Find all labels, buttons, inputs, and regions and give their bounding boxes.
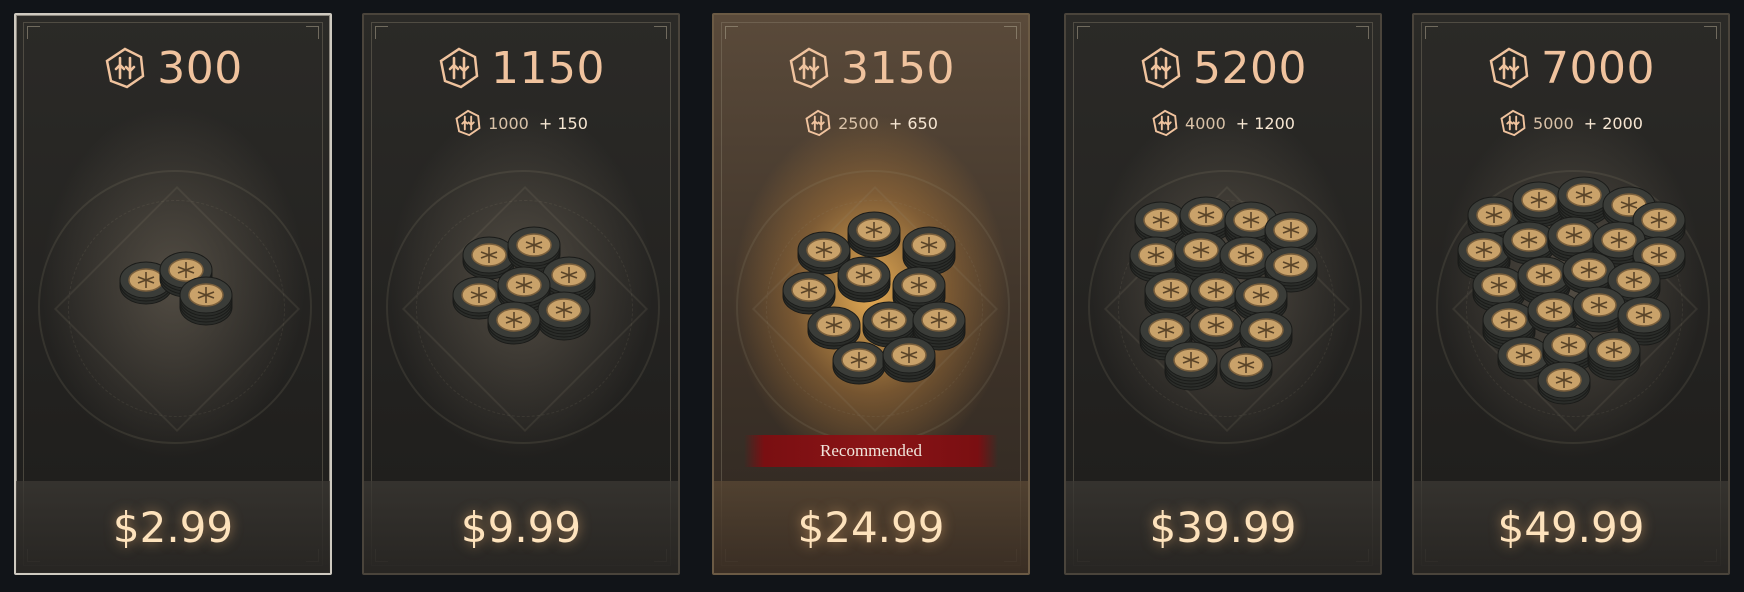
platinum-coin-icon: [789, 47, 829, 89]
base-amount: 2500: [838, 113, 879, 133]
platinum-coin-icon: [1489, 47, 1529, 89]
coin-stack: [832, 341, 886, 385]
badge-label: Recommended: [820, 441, 922, 460]
coin-pile-image: [782, 211, 966, 385]
coin-pile-image: [1129, 196, 1318, 391]
coin-stack: [1587, 331, 1641, 381]
pack-card-1150[interactable]: 1150 1000 + 150 $9.99: [362, 13, 680, 575]
coin-stack: [1219, 346, 1273, 390]
pack-card-3150[interactable]: 3150 2500 + 650 Recommended $24.99: [712, 13, 1030, 575]
recommended-badge: Recommended: [744, 435, 998, 467]
price-bar: $2.99: [16, 481, 330, 573]
bonus-amount: + 650: [888, 113, 938, 133]
bonus-row: 4000 + 1200: [1066, 107, 1380, 139]
amount-row: 300: [16, 41, 330, 95]
pack-price: $2.99: [112, 502, 234, 552]
pack-amount: 5200: [1193, 42, 1307, 94]
coin-stack: [179, 276, 233, 326]
amount-row: 1150: [364, 41, 678, 95]
base-amount: 1000: [488, 113, 529, 133]
coin-stack: [487, 301, 541, 345]
amount-row: 3150: [714, 41, 1028, 95]
coin-stack: [837, 256, 891, 303]
bonus-row: 2500 + 650: [714, 107, 1028, 139]
coin-stack: [1537, 361, 1591, 405]
pack-price: $24.99: [797, 502, 945, 552]
coin-stack: [537, 291, 591, 341]
pack-price: $9.99: [460, 502, 582, 552]
bonus-row: 1000 + 150: [364, 107, 678, 139]
pack-amount: 7000: [1541, 42, 1655, 94]
coin-pile-image: [452, 226, 596, 345]
bonus-amount: + 2000: [1583, 113, 1643, 133]
pack-price: $39.99: [1149, 502, 1297, 552]
currency-store: 300 $2.99 1150 1000 + 150 $9.99 3150 250…: [0, 0, 1744, 592]
price-bar: $24.99: [714, 481, 1028, 573]
bonus-row: 5000 + 2000: [1414, 107, 1728, 139]
platinum-coin-icon: [805, 109, 831, 137]
coin-pile-image: [119, 251, 233, 326]
coin-stack: [882, 336, 936, 383]
amount-row: 5200: [1066, 41, 1380, 95]
platinum-coin-icon: [1152, 109, 1178, 137]
pack-amount: 300: [157, 42, 243, 94]
base-amount: 4000: [1185, 113, 1226, 133]
coin-pile-image: [1457, 176, 1686, 405]
bonus-amount: + 1200: [1235, 113, 1295, 133]
bonus-amount: + 150: [538, 113, 588, 133]
pack-card-7000[interactable]: 7000 5000 + 2000 $49.99: [1412, 13, 1730, 575]
pack-card-300[interactable]: 300 $2.99: [14, 13, 332, 575]
coin-stack: [1512, 181, 1566, 228]
price-bar: $49.99: [1414, 481, 1728, 573]
price-bar: $9.99: [364, 481, 678, 573]
pack-amount: 1150: [491, 42, 605, 94]
pack-card-5200[interactable]: 5200 4000 + 1200 $39.99: [1064, 13, 1382, 575]
pack-price: $49.99: [1497, 502, 1645, 552]
platinum-coin-icon: [1141, 47, 1181, 89]
platinum-coin-icon: [105, 47, 145, 89]
amount-row: 7000: [1414, 41, 1728, 95]
coin-stack: [847, 211, 901, 258]
price-bar: $39.99: [1066, 481, 1380, 573]
platinum-coin-icon: [455, 109, 481, 137]
pack-amount: 3150: [841, 42, 955, 94]
coin-stack: [1572, 286, 1626, 333]
coin-stack: [1219, 236, 1273, 280]
platinum-coin-icon: [439, 47, 479, 89]
coin-stack: [1164, 341, 1218, 391]
base-amount: 5000: [1533, 113, 1574, 133]
platinum-coin-icon: [1500, 109, 1526, 137]
